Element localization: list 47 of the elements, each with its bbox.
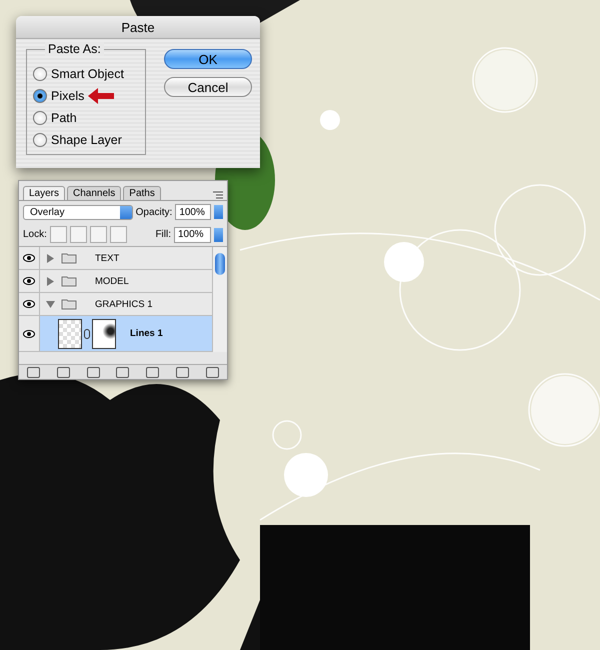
- eye-icon[interactable]: [23, 277, 35, 285]
- option-label[interactable]: Smart Object: [51, 67, 124, 81]
- lock-label: Lock:: [23, 229, 47, 240]
- layer-row[interactable]: TEXT: [19, 247, 212, 270]
- default-button[interactable]: OK: [164, 49, 252, 69]
- panel-tab[interactable]: Paths: [123, 186, 161, 200]
- panel-tab[interactable]: Channels: [67, 186, 122, 200]
- eye-icon[interactable]: [23, 330, 35, 338]
- eye-icon[interactable]: [23, 300, 35, 308]
- dialog-title: Paste: [16, 16, 260, 39]
- eye-icon[interactable]: [23, 254, 35, 262]
- opacity-label: Opacity:: [136, 206, 172, 218]
- collapsed-triangle-icon[interactable]: [46, 254, 55, 262]
- pointer-arrow-icon: [88, 88, 114, 104]
- fill-field[interactable]: 100%: [174, 226, 211, 242]
- link-icon[interactable]: [84, 328, 90, 338]
- folder-icon: [61, 275, 77, 287]
- panel-menu-icon[interactable]: [213, 191, 223, 199]
- fill-slider-button[interactable]: [214, 228, 223, 242]
- blend-mode-dropdown[interactable]: Overlay: [23, 204, 133, 220]
- fill-label: Fill:: [155, 229, 171, 240]
- radio-button[interactable]: [33, 111, 47, 125]
- layer-row[interactable]: GRAPHICS 1: [19, 293, 212, 316]
- layer-row[interactable]: Lines 1: [19, 316, 212, 352]
- collapsed-triangle-icon[interactable]: [46, 276, 55, 286]
- mask-thumbnail: [92, 318, 116, 348]
- scrollbar[interactable]: [212, 247, 227, 352]
- option-label[interactable]: Pixels: [51, 89, 84, 103]
- dialog-button[interactable]: Cancel: [164, 77, 252, 97]
- panel-tab[interactable]: Layers: [23, 186, 66, 200]
- layer-name: GRAPHICS 1: [95, 298, 153, 310]
- layer-thumbnail: [58, 318, 82, 348]
- opacity-slider-button[interactable]: [214, 205, 223, 219]
- group-label: Paste As:: [45, 42, 104, 56]
- folder-icon: [61, 298, 77, 310]
- opacity-field[interactable]: 100%: [175, 204, 212, 220]
- layer-name: MODEL: [95, 276, 129, 286]
- radio-button[interactable]: [33, 133, 47, 147]
- option-label[interactable]: Path: [51, 111, 77, 125]
- layer-row[interactable]: MODEL: [19, 270, 212, 293]
- radio-button[interactable]: [33, 89, 47, 103]
- expanded-triangle-icon[interactable]: [46, 300, 55, 308]
- layer-name: TEXT: [95, 252, 120, 264]
- option-label[interactable]: Shape Layer: [51, 133, 122, 147]
- layer-name: Lines 1: [130, 328, 163, 339]
- radio-button[interactable]: [33, 67, 47, 81]
- folder-icon: [61, 252, 77, 264]
